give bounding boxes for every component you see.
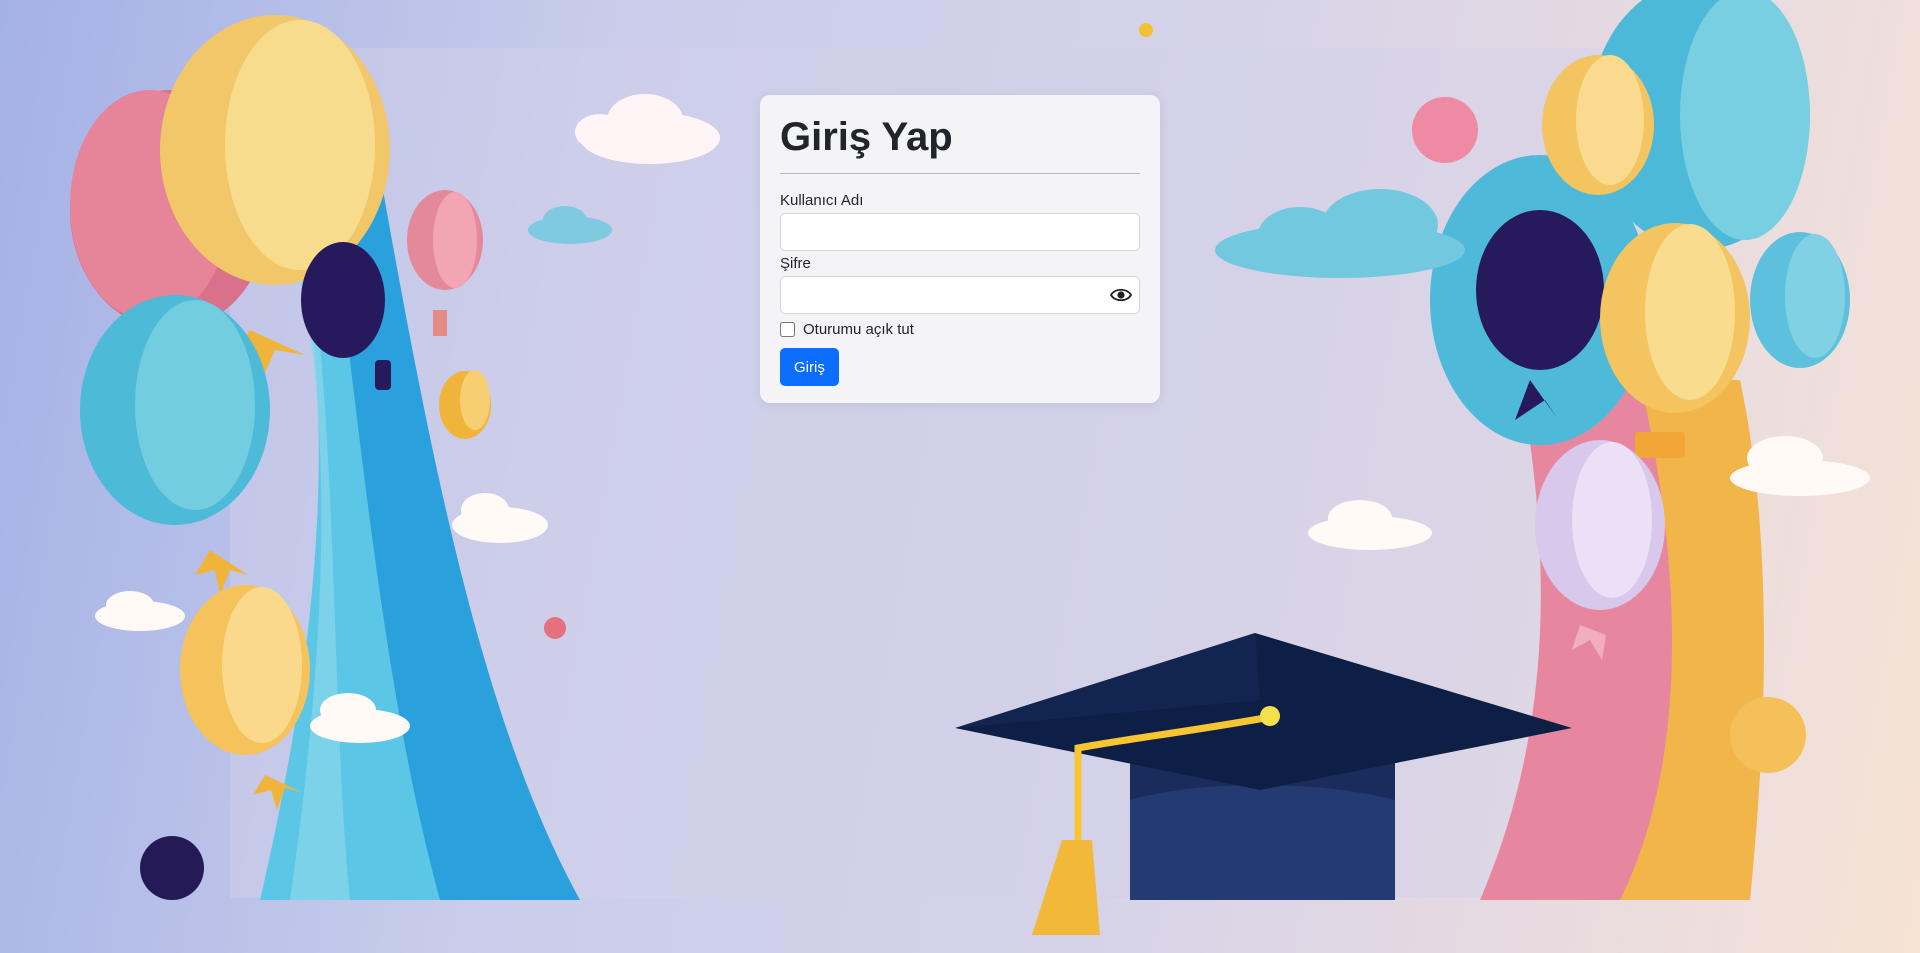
cloud-icon bbox=[95, 591, 185, 631]
title-divider bbox=[780, 173, 1140, 174]
dot-decoration bbox=[140, 836, 204, 900]
remember-me-label[interactable]: Oturumu açık tut bbox=[803, 321, 914, 338]
balloon-icon bbox=[1750, 232, 1850, 368]
username-label: Kullanıcı Adı bbox=[780, 192, 864, 209]
page-title: Giriş Yap bbox=[780, 115, 953, 159]
dot-decoration bbox=[1139, 23, 1153, 37]
show-password-button[interactable] bbox=[1109, 285, 1133, 305]
username-input[interactable] bbox=[780, 213, 1140, 251]
password-label: Şifre bbox=[780, 255, 811, 272]
dot-decoration bbox=[544, 617, 566, 639]
dot-decoration bbox=[1412, 97, 1478, 163]
remember-me-row: Oturumu açık tut bbox=[780, 318, 1140, 340]
login-button[interactable]: Giriş bbox=[780, 348, 839, 386]
login-card: Giriş Yap Kullanıcı Adı Şifre Oturumu aç… bbox=[760, 95, 1160, 403]
password-input[interactable] bbox=[780, 276, 1140, 314]
remember-me-checkbox[interactable] bbox=[780, 321, 795, 337]
dot-decoration bbox=[1730, 697, 1806, 773]
eye-icon bbox=[1109, 288, 1133, 302]
balloon-icon bbox=[1542, 55, 1654, 195]
password-field bbox=[780, 276, 1140, 314]
